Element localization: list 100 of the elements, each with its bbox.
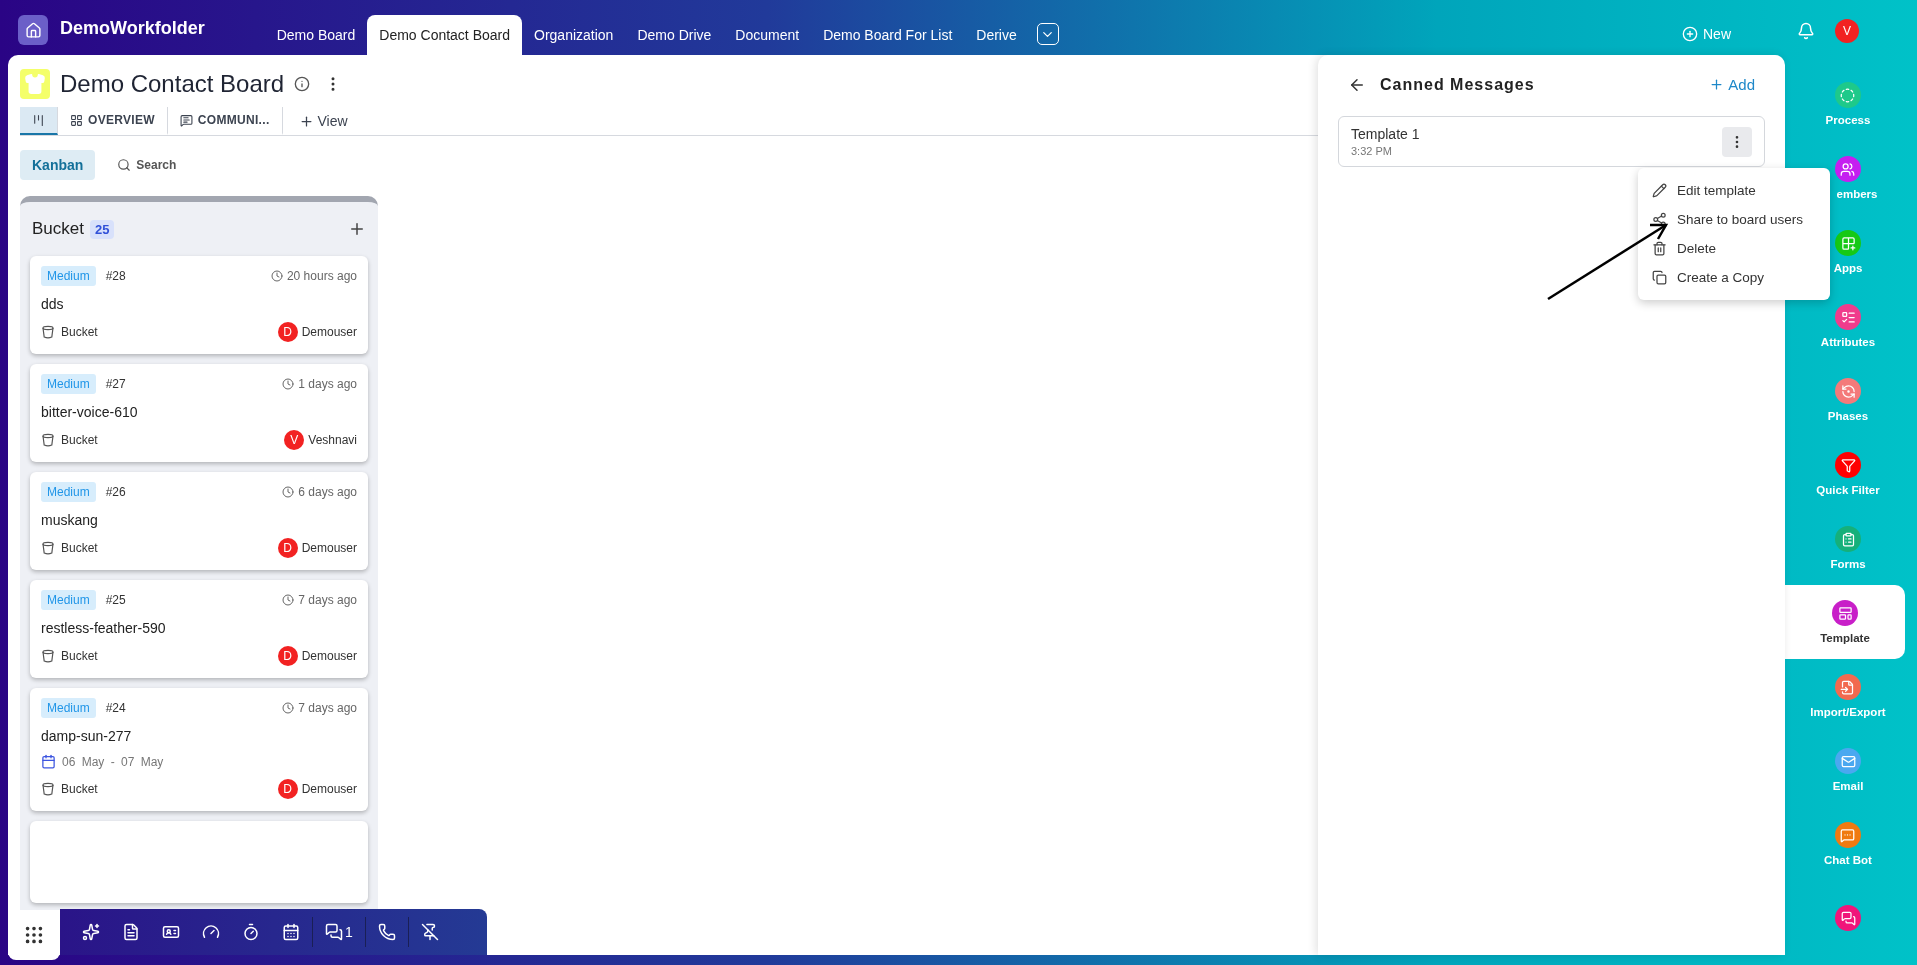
priority-tag: Medium [41, 266, 96, 286]
user-avatar: D [277, 538, 298, 558]
card-time: 1 days ago [298, 377, 357, 391]
pencil-icon [1652, 183, 1667, 198]
view-tab[interactable] [20, 107, 58, 135]
card-time: 6 days ago [298, 485, 357, 499]
plus-circle-icon [1682, 26, 1698, 42]
home-button[interactable] [18, 15, 48, 45]
user-name: Demouser [301, 541, 357, 555]
task-card[interactable]: Medium #26 6 days ago muskang Bucket D Demouser [30, 472, 368, 570]
column-title: Bucket [32, 219, 84, 239]
kanban-button[interactable]: Kanban [20, 150, 96, 180]
priority-tag: Medium [41, 698, 96, 718]
user-avatar: D [277, 322, 298, 342]
bucket-label: Bucket [61, 782, 98, 796]
search-button[interactable]: Search [111, 157, 183, 173]
search-icon [117, 158, 132, 172]
view-tab[interactable]: OVERVIEW [58, 107, 168, 135]
count-badge: 25 [90, 219, 115, 239]
calendar-icon [41, 754, 56, 769]
card-title: damp-sun-277 [41, 728, 133, 744]
plus-icon [298, 113, 314, 129]
user-avatar: D [277, 779, 298, 799]
board-tab[interactable]: Demo Drive [625, 15, 724, 55]
task-card[interactable]: Medium #25 7 days ago restless-feather-590 Bucket D Demouser [30, 580, 368, 678]
card-number: #28 [105, 269, 126, 283]
task-card[interactable]: Medium #28 20 hours ago dds Bucket D Demouser [30, 256, 368, 354]
date-range: 06 May - 07 May [62, 754, 164, 769]
task-card[interactable]: Medium #24 7 days ago damp-sun-277 06 May - 07 May Bucket D Demouser [30, 688, 368, 811]
copy-icon [1652, 270, 1667, 285]
card-time: 20 hours ago [286, 269, 357, 283]
board-tab[interactable]: Demo Contact Board [367, 15, 522, 55]
bucket-icon [41, 782, 55, 796]
sidebar-item[interactable]: Template [1785, 585, 1905, 659]
board-tab[interactable]: Derive [964, 15, 1029, 55]
grid-icon [70, 113, 83, 127]
card-title: bitter-voice-610 [41, 404, 139, 420]
card-number: #27 [105, 377, 126, 391]
share-icon [1652, 212, 1667, 227]
bucket-label: Bucket [61, 433, 98, 447]
user-avatar: D [277, 646, 298, 666]
card-number: #25 [105, 593, 126, 607]
add-button[interactable]: Add [1703, 75, 1761, 94]
home-icon [24, 21, 42, 39]
clock-icon [282, 594, 295, 606]
user-name: Demouser [301, 325, 357, 339]
bucket-label: Bucket [61, 325, 98, 339]
menu-item[interactable]: Delete [1638, 234, 1830, 263]
menu-item[interactable]: Create a Copy [1638, 263, 1830, 292]
add-card-button[interactable] [348, 220, 366, 238]
board-tab[interactable]: Organization [522, 15, 626, 55]
user-avatar[interactable]: V [1835, 19, 1859, 43]
user-name: Demouser [301, 649, 357, 663]
clock-icon [270, 270, 283, 282]
card-title: muskang [41, 512, 99, 528]
chat-button[interactable]: 1 [315, 916, 363, 948]
bucket-icon [41, 433, 55, 447]
board-tab[interactable]: Document [723, 15, 812, 55]
user-name: Veshnavi [308, 433, 357, 447]
bucket-icon [41, 325, 55, 339]
card-title: dds [41, 296, 65, 312]
clock-icon [282, 378, 295, 390]
panel-title: Canned Messages [1380, 75, 1535, 94]
trash-icon [1652, 241, 1667, 256]
bucket-icon [41, 649, 55, 663]
apps-grid-button[interactable] [8, 910, 60, 960]
workspace-name: DemoWorkfolder [60, 18, 205, 39]
card-number: #24 [105, 701, 126, 715]
plus-icon [1709, 77, 1725, 92]
bucket-label: Bucket [61, 541, 98, 555]
priority-tag: Medium [41, 374, 96, 394]
add-view-button[interactable]: View [282, 107, 364, 135]
message-icon [179, 113, 193, 127]
bucket-label: Bucket [61, 649, 98, 663]
bucket-icon [41, 541, 55, 555]
template-name: Template 1 [1351, 126, 1420, 142]
view-tab[interactable]: COMMUNI... [167, 107, 283, 135]
card-number: #26 [105, 485, 126, 499]
board-title: Demo Contact Board [60, 70, 285, 98]
card-time: 7 days ago [298, 593, 357, 607]
chat-icon [325, 923, 343, 941]
kanban-icon [32, 113, 45, 127]
shirt-icon [20, 69, 50, 99]
template-time: 3:32 PM [1351, 145, 1393, 157]
info-icon[interactable] [294, 76, 311, 92]
priority-tag: Medium [41, 482, 96, 502]
plus-icon [348, 220, 366, 238]
chevron-down-icon[interactable] [1036, 23, 1059, 45]
card-title: restless-feather-590 [41, 620, 167, 636]
card-time: 7 days ago [298, 701, 357, 715]
priority-tag: Medium [41, 590, 96, 610]
user-name: Demouser [301, 782, 357, 796]
clock-icon [282, 702, 295, 714]
board-tab[interactable]: Demo Board For List [811, 15, 965, 55]
user-avatar: V [284, 430, 305, 450]
board-tab[interactable]: Demo Board [264, 15, 368, 55]
template-card[interactable]: Template 1 3:32 PM [1338, 116, 1765, 167]
clock-icon [282, 486, 295, 498]
task-card[interactable]: Medium #27 1 days ago bitter-voice-610 Bucket V Veshnavi [30, 364, 368, 462]
dots-grid-icon [23, 924, 45, 946]
